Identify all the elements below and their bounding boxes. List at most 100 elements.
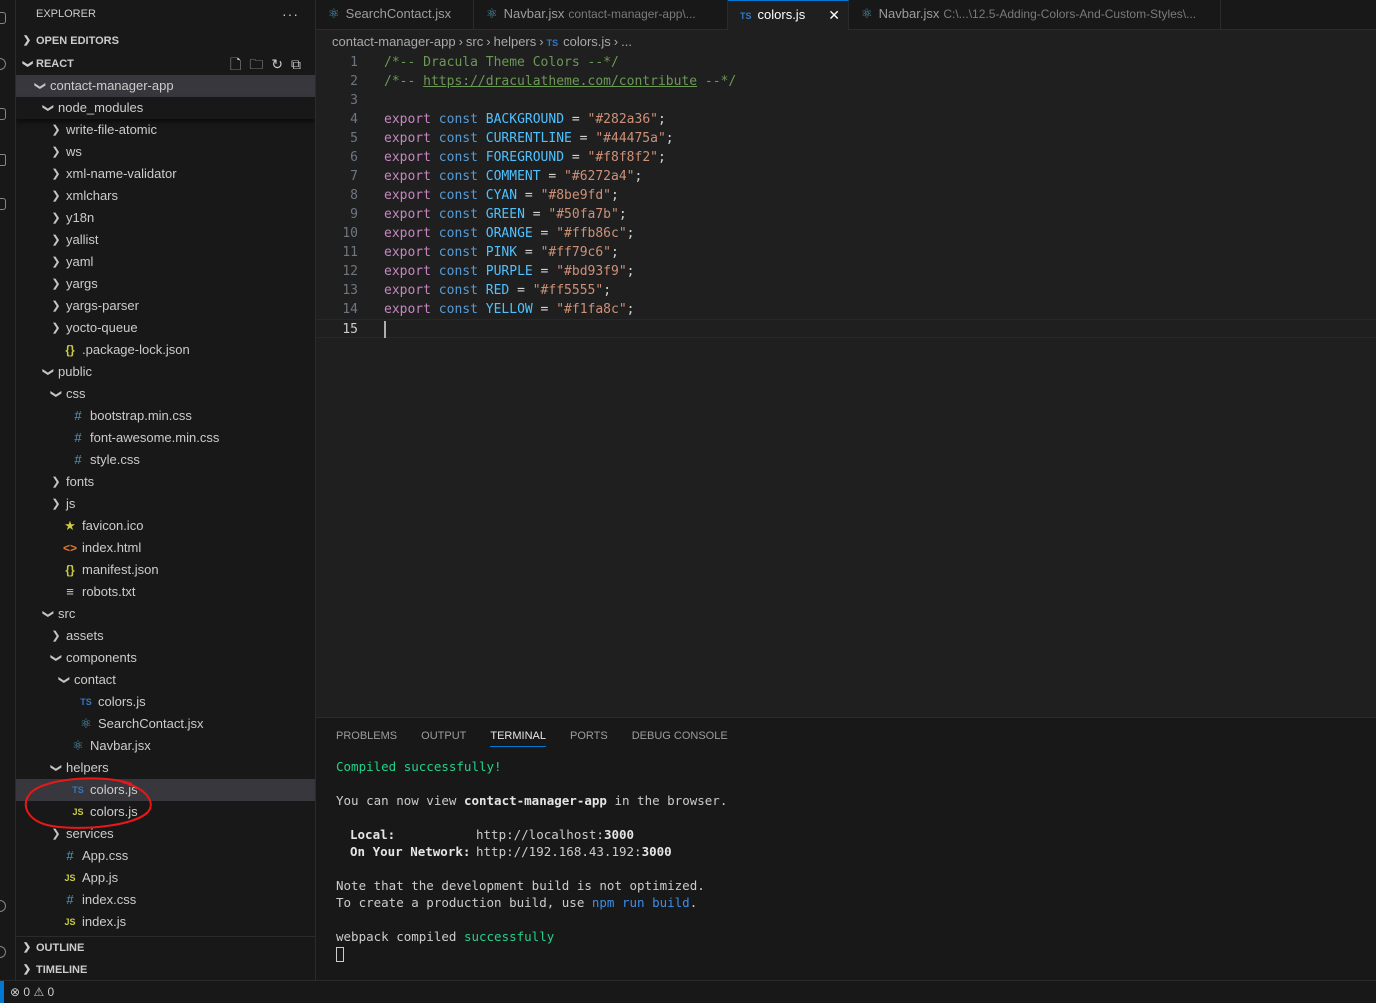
tree-folder[interactable]: ❯ yargs-parser	[16, 295, 315, 317]
tree-folder[interactable]: ❯ src	[16, 603, 315, 625]
remote-explorer-icon[interactable]	[0, 198, 6, 210]
line-number: 7	[350, 169, 358, 184]
tree-file[interactable]: <> index.html	[16, 537, 315, 559]
tree-file[interactable]: JS App.js	[16, 867, 315, 889]
terminal-text: in the browser.	[606, 793, 728, 808]
tree-folder[interactable]: ❯ contact	[16, 669, 315, 691]
code-line[interactable]: 15	[316, 319, 1376, 338]
tree-file[interactable]: # style.css	[16, 449, 315, 471]
code-line[interactable]: 11 export const PINK = "#ff79c6";	[316, 243, 1376, 262]
tab-colors-js[interactable]: TS colors.js ✕	[728, 0, 849, 30]
tab-problems[interactable]: PROBLEMS	[336, 730, 397, 747]
code-line[interactable]: 13 export const RED = "#ff5555";	[316, 281, 1376, 300]
tab-searchcontact[interactable]: ⚛ SearchContact.jsx	[316, 0, 474, 30]
code-content: export const BACKGROUND = "#282a36";	[384, 110, 666, 129]
tab-ports[interactable]: PORTS	[570, 730, 608, 747]
tree-file[interactable]: ★ favicon.ico	[16, 515, 315, 537]
network-url[interactable]: http://192.168.43.192:	[476, 844, 642, 859]
code-line[interactable]: 14 export const YELLOW = "#f1fa8c";	[316, 300, 1376, 319]
tree-folder[interactable]: ❯ y18n	[16, 207, 315, 229]
tree-file[interactable]: {} manifest.json	[16, 559, 315, 581]
breadcrumb-item[interactable]: contact-manager-app	[332, 34, 456, 49]
code-content: export const YELLOW = "#f1fa8c";	[384, 300, 635, 319]
tree-folder[interactable]: ❯ assets	[16, 625, 315, 647]
source-control-icon[interactable]	[0, 108, 6, 120]
outline-section[interactable]: ❯ OUTLINE	[16, 937, 315, 959]
new-folder-icon[interactable]: 🗀	[249, 53, 263, 75]
extensions-icon[interactable]	[0, 12, 6, 24]
tree-file[interactable]: ⚛ SearchContact.jsx	[16, 713, 315, 735]
code-content: export const ORANGE = "#ffb86c";	[384, 224, 635, 243]
tree-folder[interactable]: ❯ yargs	[16, 273, 315, 295]
more-actions-icon[interactable]: ···	[282, 0, 299, 28]
code-line[interactable]: 7 export const COMMENT = "#6272a4";	[316, 167, 1376, 186]
tree-folder[interactable]: ❯ contact-manager-app	[16, 75, 315, 97]
constant-name: GREEN	[485, 207, 525, 222]
code-editor[interactable]: 1 /*-- Dracula Theme Colors --*/ 2 /*-- htt…	[316, 53, 1376, 717]
breadcrumb-item[interactable]: colors.js	[563, 34, 611, 49]
code-line[interactable]: 5 export const CURRENTLINE = "#44475a";	[316, 129, 1376, 148]
tree-folder[interactable]: ❯ yocto-queue	[16, 317, 315, 339]
breadcrumb-item[interactable]: helpers	[494, 34, 537, 49]
constant-value: "#282a36"	[587, 112, 658, 127]
constant-name: CYAN	[485, 188, 518, 203]
terminal-output[interactable]: Compiled successfully! You can now view …	[336, 758, 727, 962]
refresh-icon[interactable]: ↻	[271, 53, 283, 75]
tree-folder[interactable]: ❯ xmlchars	[16, 185, 315, 207]
timeline-section[interactable]: ❯ TIMELINE	[16, 959, 315, 980]
tree-folder[interactable]: ❯ ws	[16, 141, 315, 163]
tree-folder[interactable]: ❯ node_modules	[16, 97, 315, 119]
tree-file[interactable]: # App.css	[16, 845, 315, 867]
breadcrumb-item[interactable]: src	[466, 34, 483, 49]
close-icon[interactable]: ✕	[828, 1, 840, 29]
code-line[interactable]: 8 export const CYAN = "#8be9fd";	[316, 186, 1376, 205]
problems-status[interactable]: ⊗ 0 ⚠ 0	[10, 985, 54, 999]
open-editors-section[interactable]: ❯ OPEN EDITORS	[16, 30, 315, 52]
search-icon[interactable]	[0, 58, 6, 70]
tab-navbar-2[interactable]: ⚛ Navbar.jsx C:\...\12.5-Adding-Colors-And…	[849, 0, 1221, 30]
remote-indicator[interactable]	[0, 981, 4, 1003]
typescript-icon: TS	[740, 11, 752, 21]
tree-folder[interactable]: ❯ public	[16, 361, 315, 383]
tab-navbar-1[interactable]: ⚛ Navbar.jsx contact-manager-app\...	[474, 0, 728, 30]
tree-folder[interactable]: ❯ yallist	[16, 229, 315, 251]
code-content: export const CURRENTLINE = "#44475a";	[384, 129, 674, 148]
tree-file[interactable]: {} .package-lock.json	[16, 339, 315, 361]
workspace-section[interactable]: ❯ REACT 🗋 🗀 ↻ ⧉	[16, 53, 315, 75]
tree-file[interactable]: JS index.js	[16, 911, 315, 933]
account-icon[interactable]	[0, 900, 6, 912]
tree-folder[interactable]: ❯ js	[16, 493, 315, 515]
run-debug-icon[interactable]	[0, 154, 6, 166]
code-line[interactable]: 2 /*-- https://draculatheme.com/contribut…	[316, 72, 1376, 91]
code-line[interactable]: 9 export const GREEN = "#50fa7b";	[316, 205, 1376, 224]
code-line[interactable]: 1 /*-- Dracula Theme Colors --*/	[316, 53, 1376, 72]
tab-output[interactable]: OUTPUT	[421, 730, 466, 747]
code-line[interactable]: 12 export const PURPLE = "#bd93f9";	[316, 262, 1376, 281]
tree-folder[interactable]: ❯ components	[16, 647, 315, 669]
tree-file[interactable]: # index.css	[16, 889, 315, 911]
tree-file[interactable]: # bootstrap.min.css	[16, 405, 315, 427]
tree-file[interactable]: TS colors.js	[16, 691, 315, 713]
build-command: npm run build	[591, 895, 690, 910]
constant-value: "#f8f8f2"	[587, 150, 658, 165]
tree-folder[interactable]: ❯ css	[16, 383, 315, 405]
tree-file[interactable]: ⚛ Navbar.jsx	[16, 735, 315, 757]
tree-folder[interactable]: ❯ write-file-atomic	[16, 119, 315, 141]
tab-terminal[interactable]: TERMINAL	[490, 730, 546, 747]
code-line[interactable]: 3	[316, 91, 1376, 110]
tree-folder[interactable]: ❯ fonts	[16, 471, 315, 493]
tab-debug-console[interactable]: DEBUG CONSOLE	[632, 730, 728, 747]
new-file-icon[interactable]: 🗋	[230, 53, 241, 75]
tree-folder[interactable]: ❯ yaml	[16, 251, 315, 273]
code-line[interactable]: 6 export const FOREGROUND = "#f8f8f2";	[316, 148, 1376, 167]
code-comment: /*--	[384, 74, 424, 89]
breadcrumb-item[interactable]: ...	[621, 34, 632, 49]
local-url[interactable]: http://localhost:	[476, 827, 604, 842]
tree-file[interactable]: # font-awesome.min.css	[16, 427, 315, 449]
code-line[interactable]: 10 export const ORANGE = "#ffb86c";	[316, 224, 1376, 243]
collapse-all-icon[interactable]: ⧉	[291, 53, 301, 75]
tree-folder[interactable]: ❯ xml-name-validator	[16, 163, 315, 185]
settings-gear-icon[interactable]	[0, 946, 6, 958]
tree-file[interactable]: ≡ robots.txt	[16, 581, 315, 603]
code-line[interactable]: 4 export const BACKGROUND = "#282a36";	[316, 110, 1376, 129]
